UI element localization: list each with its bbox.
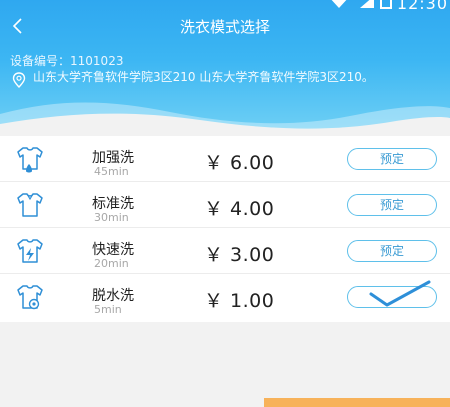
wifi-icon bbox=[331, 0, 347, 8]
bottom-action-bar[interactable] bbox=[264, 398, 450, 407]
mode-duration: 45min bbox=[94, 165, 129, 178]
mode-duration: 30min bbox=[94, 211, 129, 224]
shirt-icon bbox=[17, 193, 43, 217]
mode-price: ￥ 6.00 bbox=[204, 152, 275, 174]
status-time: 12:30 bbox=[396, 0, 448, 13]
signal-icon bbox=[360, 0, 374, 8]
reserve-button[interactable]: 预定 bbox=[347, 194, 437, 216]
header-wave bbox=[0, 102, 450, 132]
mode-duration: 5min bbox=[94, 303, 122, 316]
device-number: 设备编号：1101023 bbox=[10, 52, 123, 69]
mode-name: 快速洗 bbox=[92, 242, 134, 258]
mode-duration: 20min bbox=[94, 257, 129, 270]
address-text: 山东大学齐鲁软件学院3区210 山东大学齐鲁软件学院3区210。 bbox=[33, 70, 374, 84]
shirt-spin-icon bbox=[17, 285, 43, 310]
reserve-button[interactable]: 预定 bbox=[347, 148, 437, 170]
mode-row-intensive[interactable]: 加强洗 45min ￥ 6.00 预定 bbox=[0, 136, 450, 182]
device-number-value: 1101023 bbox=[70, 54, 124, 68]
shirt-drop-icon bbox=[17, 147, 43, 173]
mode-row-quick[interactable]: 快速洗 20min ￥ 3.00 预定 bbox=[0, 228, 450, 274]
mode-name: 加强洗 bbox=[92, 150, 134, 166]
header: 12:30 洗衣模式选择 设备编号：1101023 山东大学齐鲁软件学院3区21… bbox=[0, 0, 450, 132]
mode-row-spin[interactable]: 脱水洗 5min ￥ 1.00 bbox=[0, 274, 450, 320]
device-number-label: 设备编号： bbox=[10, 54, 71, 68]
location-pin-icon bbox=[12, 72, 26, 88]
mode-name: 脱水洗 bbox=[92, 288, 134, 304]
page-title: 洗衣模式选择 bbox=[179, 18, 270, 36]
status-bar: 12:30 bbox=[0, 0, 450, 14]
mode-list: 加强洗 45min ￥ 6.00 预定 标准洗 30min ￥ 4.00 预定 … bbox=[0, 136, 450, 322]
battery-icon bbox=[380, 0, 392, 9]
mode-name: 标准洗 bbox=[92, 196, 134, 212]
shirt-lightning-icon bbox=[17, 239, 43, 263]
selected-check-button[interactable] bbox=[347, 278, 439, 312]
mode-price: ￥ 3.00 bbox=[204, 244, 275, 266]
mode-price: ￥ 1.00 bbox=[204, 290, 275, 312]
address-row: 山东大学齐鲁软件学院3区210 山东大学齐鲁软件学院3区210。 bbox=[12, 70, 432, 88]
status-icons bbox=[326, 0, 392, 10]
reserve-button[interactable]: 预定 bbox=[347, 240, 437, 262]
mode-price: ￥ 4.00 bbox=[204, 198, 275, 220]
mode-row-standard[interactable]: 标准洗 30min ￥ 4.00 预定 bbox=[0, 182, 450, 228]
